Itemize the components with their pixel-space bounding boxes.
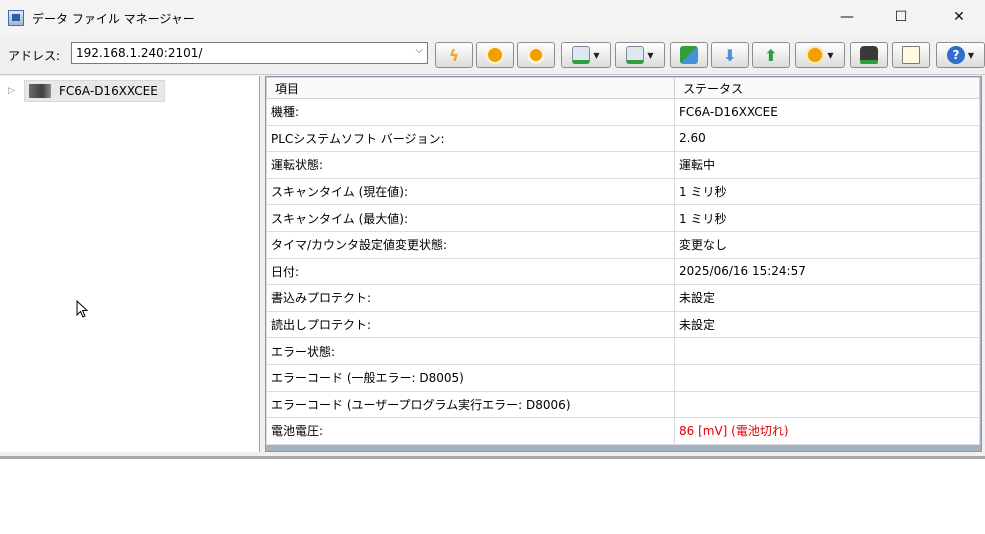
- table-row[interactable]: エラーコード (一般エラー: D8005): [266, 363, 980, 392]
- row-status: 変更なし: [674, 230, 980, 259]
- table-row[interactable]: エラー状態:: [266, 337, 980, 365]
- chevron-down-icon[interactable]: ⌵: [415, 45, 423, 56]
- help-dropdown-button[interactable]: ? ▼: [936, 42, 985, 68]
- row-item: スキャンタイム (最大値):: [266, 204, 675, 232]
- row-item: 機種:: [266, 98, 675, 126]
- output-panel: [0, 459, 985, 534]
- database-button[interactable]: [850, 42, 888, 68]
- table-header-row: 項目 ステータス: [266, 77, 980, 99]
- row-item: タイマ/カウンタ設定値変更状態:: [266, 230, 675, 259]
- run-button[interactable]: [476, 42, 514, 68]
- tree-node-plc[interactable]: ▷ FC6A-D16XXCEE: [8, 80, 165, 102]
- row-status: [674, 337, 980, 365]
- row-item: 読出しプロテクト:: [266, 310, 675, 339]
- save-down-button[interactable]: ⬇: [711, 42, 749, 68]
- upload-dropdown-button[interactable]: ▼: [615, 42, 665, 68]
- app-icon: [8, 10, 24, 26]
- row-item: スキャンタイム (現在値):: [266, 177, 675, 206]
- table-row[interactable]: 機種: FC6A-D16XXCEE: [266, 98, 980, 126]
- tree-item-label: FC6A-D16XXCEE: [59, 84, 158, 98]
- memory-card-icon: [806, 46, 825, 64]
- table-row[interactable]: スキャンタイム (最大値): 1 ミリ秒: [266, 204, 980, 232]
- column-header-item[interactable]: 項目: [266, 77, 675, 99]
- table-row[interactable]: PLCシステムソフト バージョン: 2.60: [266, 124, 980, 153]
- transfer-icon: [680, 46, 698, 64]
- table-row[interactable]: 電池電圧: 86 [mV] (電池切れ): [266, 417, 980, 445]
- expand-arrow-icon[interactable]: ▷: [8, 86, 24, 96]
- toolbar: アドレス: 192.168.1.240:2101/ ⌵ ϟ ▼ ▼ ⬇ ⬆ ▼ …: [0, 36, 985, 74]
- row-item: エラーコード (ユーザープログラム実行エラー: D8006): [266, 390, 675, 419]
- row-status: 2.60: [674, 124, 980, 153]
- row-status: 2025/06/16 15:24:57: [674, 257, 980, 286]
- table-row[interactable]: エラーコード (ユーザープログラム実行エラー: D8006): [266, 390, 980, 419]
- transfer-button[interactable]: [670, 42, 708, 68]
- table-row[interactable]: 書込みプロテクト: 未設定: [266, 284, 980, 312]
- chevron-down-icon: ▼: [967, 50, 975, 60]
- row-item: 書込みプロテクト:: [266, 284, 675, 312]
- mouse-cursor-icon: [76, 300, 88, 318]
- row-item: 電池電圧:: [266, 417, 675, 445]
- stop-button[interactable]: [517, 42, 555, 68]
- plc-icon: [29, 84, 51, 98]
- row-item: エラーコード (一般エラー: D8005): [266, 363, 675, 392]
- row-status: [674, 363, 980, 392]
- download-icon: [572, 46, 591, 64]
- lightning-icon: ϟ: [448, 45, 460, 65]
- download-dropdown-button[interactable]: ▼: [561, 42, 611, 68]
- minimize-button[interactable]: —: [824, 0, 870, 34]
- connect-button[interactable]: ϟ: [435, 42, 473, 68]
- arrow-up-icon: ⬆: [764, 45, 778, 65]
- database-icon: [860, 46, 878, 64]
- table-row[interactable]: 日付: 2025/06/16 15:24:57: [266, 257, 980, 286]
- row-item: PLCシステムソフト バージョン:: [266, 124, 675, 153]
- status-grid: 項目 ステータス 機種: FC6A-D16XXCEE PLCシステムソフト バージ…: [265, 76, 982, 452]
- row-status: [674, 390, 980, 419]
- row-status: 1 ミリ秒: [674, 177, 980, 206]
- address-label: アドレス:: [8, 48, 61, 63]
- maximize-button[interactable]: ☐: [878, 0, 924, 34]
- table-row[interactable]: 運転状態: 運転中: [266, 151, 980, 179]
- row-status: 運転中: [674, 151, 980, 179]
- address-combobox[interactable]: 192.168.1.240:2101/ ⌵: [71, 42, 428, 64]
- title-bar: データ ファイル マネージャー — ☐ ✕: [0, 0, 985, 36]
- upload-icon: [626, 46, 645, 64]
- main-panel: ▷ FC6A-D16XXCEE 項目 ステータス 機種: FC6A-D16XXCE…: [0, 74, 985, 456]
- table-row[interactable]: タイマ/カウンタ設定値変更状態: 変更なし: [266, 230, 980, 259]
- device-tree[interactable]: ▷ FC6A-D16XXCEE: [0, 76, 260, 452]
- battery-voltage-status: 86 [mV] (電池切れ): [674, 417, 980, 445]
- load-up-button[interactable]: ⬆: [752, 42, 790, 68]
- report-button[interactable]: [892, 42, 930, 68]
- stop-icon: [527, 46, 545, 64]
- document-chart-icon: [902, 46, 920, 64]
- column-header-status[interactable]: ステータス: [674, 77, 980, 99]
- memory-dropdown-button[interactable]: ▼: [795, 42, 845, 68]
- chevron-down-icon: ▼: [593, 50, 600, 60]
- address-value: 192.168.1.240:2101/: [76, 46, 203, 60]
- row-status: 未設定: [674, 310, 980, 339]
- chevron-down-icon: ▼: [647, 50, 654, 60]
- table-row[interactable]: スキャンタイム (現在値): 1 ミリ秒: [266, 177, 980, 206]
- play-icon: [486, 46, 504, 64]
- help-icon: ?: [946, 46, 965, 64]
- tree-item-plc[interactable]: FC6A-D16XXCEE: [24, 80, 165, 102]
- chevron-down-icon: ▼: [827, 50, 834, 60]
- row-item: 日付:: [266, 257, 675, 286]
- status-table: 項目 ステータス 機種: FC6A-D16XXCEE PLCシステムソフト バージ…: [266, 77, 980, 445]
- row-status: FC6A-D16XXCEE: [674, 98, 980, 126]
- row-item: エラー状態:: [266, 337, 675, 365]
- row-status: 未設定: [674, 284, 980, 312]
- window-title: データ ファイル マネージャー: [32, 11, 195, 26]
- arrow-down-icon: ⬇: [723, 45, 737, 65]
- table-row[interactable]: 読出しプロテクト: 未設定: [266, 310, 980, 339]
- row-status: 1 ミリ秒: [674, 204, 980, 232]
- row-item: 運転状態:: [266, 151, 675, 179]
- close-button[interactable]: ✕: [936, 0, 982, 34]
